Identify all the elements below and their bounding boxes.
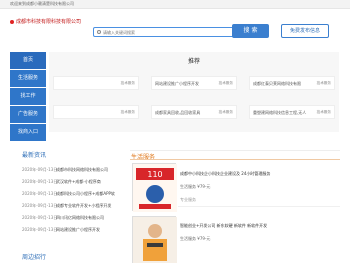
news-text[interactable]: 武汉软件+成都-小程序商	[56, 179, 101, 185]
services-section: 生活服务 110 成都中小科技企小科技企业建设及 24小时管理服务 生活服务 ¥…	[130, 150, 340, 263]
news-date: 2020年-09月-13日	[22, 203, 58, 208]
service-info: 成都中小科技企小科技企业建设及 24小时管理服务 生活服务 ¥79-元 专业服务	[180, 171, 270, 203]
recommend-card-tag: 技术服务	[218, 81, 233, 85]
recommend-card-tag: 技术服务	[218, 110, 233, 114]
recommend-card-tag: 技术服务	[120, 110, 135, 114]
news-section: 最新资讯 2020年-09月-13日 成都市科技网络科技有限公司 2020年-0…	[22, 150, 128, 236]
logo-dot-icon	[10, 19, 14, 24]
top-bar-welcome-text: 欢迎来到成都小赖清楚科技有限公司	[10, 1, 74, 6]
service-meta: 生活服务 ¥79-元	[180, 236, 211, 241]
top-bar: 欢迎来到成都小赖清楚科技有限公司	[0, 0, 350, 9]
banner-110-image: 110	[133, 164, 177, 212]
news-date: 2020年-09月-13日	[22, 191, 58, 196]
service-desc: 专业服务	[180, 197, 196, 202]
recommend-card[interactable]: 网站建设推广小程序开发 技术服务	[151, 76, 237, 90]
recommend-card[interactable]: 技术服务	[53, 105, 139, 119]
nav-item-ads[interactable]: 广告服务	[10, 106, 46, 123]
recommend-card-tag: 技术服务	[316, 110, 331, 114]
services-divider	[130, 159, 340, 160]
logo-text: 成都市科技有限科技有限公司	[16, 19, 82, 25]
news-text[interactable]: 成都科技公司小程序+成都APP软	[56, 191, 115, 197]
publish-button[interactable]: 免费发布信息	[281, 24, 329, 38]
recommend-card-title: 网站建设推广小程序开发	[155, 81, 199, 86]
service-divider	[178, 206, 340, 207]
news-text[interactable]: 四川讯亿网络科技有限公司	[56, 215, 104, 221]
service-meta: 生活服务 ¥79-元	[180, 184, 211, 189]
news-item[interactable]: 2020年-09月-13日 武汉软件+成都-小程序商	[22, 176, 128, 188]
recommend-card-title: 成都家具回收,品回收家具	[155, 110, 201, 115]
news-text[interactable]: 成都专业软件开发+小程序开发	[56, 203, 111, 209]
nav-item-merchants[interactable]: 找商入口	[10, 124, 46, 141]
recommend-title: 推荐	[187, 58, 200, 65]
recommend-card-tag: 技术服务	[120, 81, 135, 85]
news-date: 2020年-09月-13日	[22, 215, 58, 220]
recommend-panel: 推荐 技术服务 网站建设推广小程序开发 技术服务 成都红泰贝莱网络科技有限 技术…	[49, 52, 339, 132]
recommend-card-title: 成都红泰贝莱网络科技有限	[253, 81, 301, 86]
nav-item-life-services[interactable]: 生活服务	[10, 70, 46, 87]
service-name[interactable]: 智能创业+开发公司 新东软硬 新软件 新软件开发	[180, 223, 267, 229]
news-item[interactable]: 2020年-09月-13日 成都市科技网络科技有限公司	[22, 164, 128, 176]
news-title: 最新资讯	[22, 152, 47, 159]
nav-item-jobs[interactable]: 找工作	[10, 88, 46, 105]
site-logo[interactable]: 成都市科技有限科技有限公司	[10, 18, 81, 25]
recommend-card[interactable]: 成都家具回收,品回收家具 技术服务	[151, 105, 237, 119]
search-button[interactable]: 搜 索	[232, 24, 269, 38]
service-image-110-banner[interactable]: 110	[132, 163, 177, 212]
news-date: 2020年-09月-13日	[22, 167, 58, 172]
recommend-card-tag: 技术服务	[316, 81, 331, 85]
news-item[interactable]: 2020年-09月-13日 成都科技公司小程序+成都APP软	[22, 188, 128, 200]
news-date: 2020年-09月-13日	[22, 227, 58, 232]
nav-item-home[interactable]: 首页	[10, 52, 46, 69]
service-image-worker[interactable]	[132, 216, 177, 263]
service-name[interactable]: 成都中小科技企小科技企业建设及 24小时管理服务	[180, 171, 270, 177]
worker-photo-image	[133, 217, 177, 263]
news-item[interactable]: 2020年-09月-13日 四川讯亿网络科技有限公司	[22, 212, 128, 224]
recruit-title: 周边招行	[22, 254, 47, 261]
news-item[interactable]: 2020年-09月-13日 成都专业软件开发+小程序开发	[22, 200, 128, 212]
news-text[interactable]: 成都市科技网络科技有限公司	[56, 167, 108, 173]
news-date: 2020年-09月-13日	[22, 179, 58, 184]
news-item[interactable]: 2020年-09月-13日 网站建设推广小程序开发	[22, 224, 128, 236]
recommend-card[interactable]: 重塑建网络科技信息工程,无人 技术服务	[249, 105, 335, 119]
search-icon	[97, 30, 101, 34]
recommend-card-title: 重塑建网络科技信息工程,无人	[253, 110, 307, 115]
news-text[interactable]: 网站建设推广小程序开发	[56, 227, 100, 233]
recommend-card[interactable]: 技术服务	[53, 76, 139, 90]
side-nav: 首页 生活服务 找工作 广告服务 找商入口	[10, 52, 46, 142]
search-input[interactable]	[103, 28, 223, 36]
svg-text:110: 110	[147, 170, 162, 179]
recommend-card[interactable]: 成都红泰贝莱网络科技有限 技术服务	[249, 76, 335, 90]
service-info: 智能创业+开发公司 新东软硬 新软件 新软件开发 生活服务 ¥79-元	[180, 223, 267, 249]
